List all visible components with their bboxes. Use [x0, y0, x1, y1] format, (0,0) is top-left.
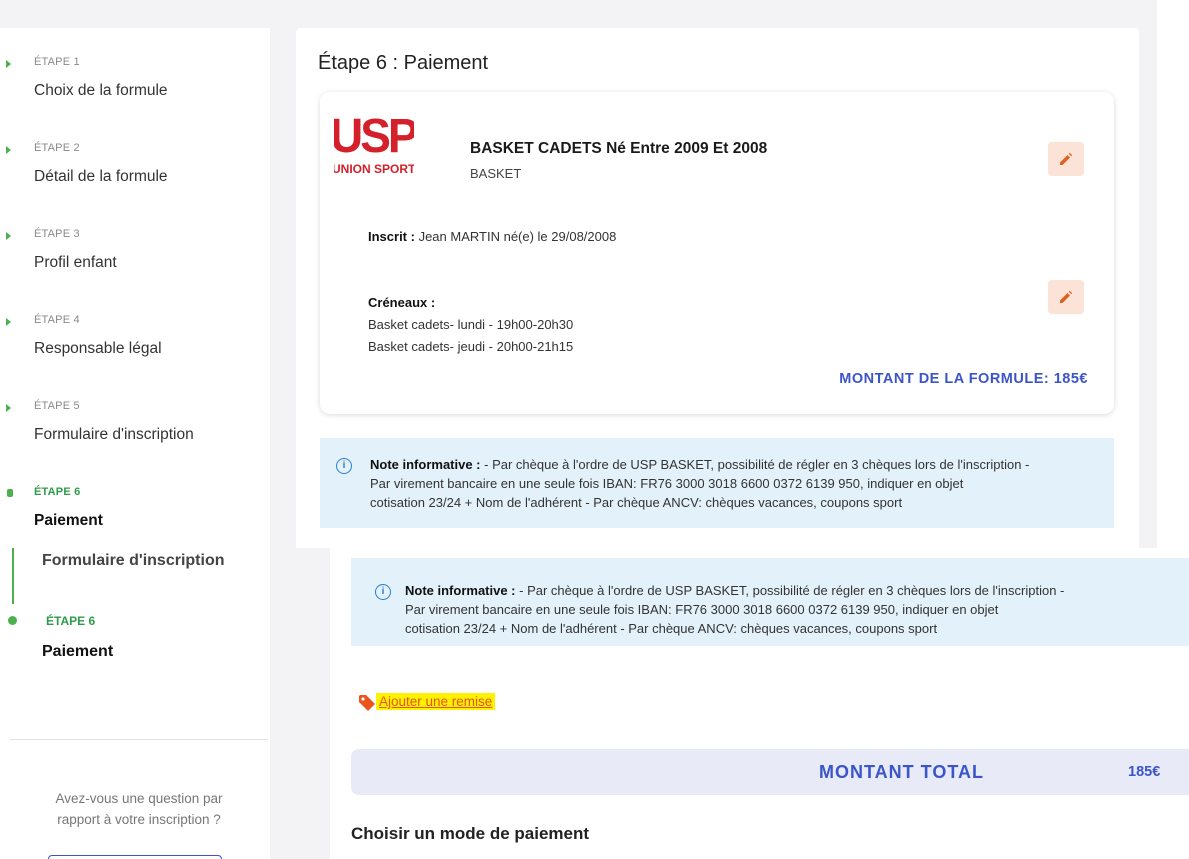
- step-label: ÉTAPE 5: [34, 400, 80, 412]
- step-title: Responsable légal: [34, 340, 162, 357]
- contact-button[interactable]: [48, 855, 222, 859]
- edit-creneaux-button[interactable]: [1048, 280, 1084, 314]
- info-note: i Note informative : - Par chèque à l'or…: [320, 438, 1114, 528]
- active-step-icon: [8, 616, 17, 625]
- logo-text: USPt: [334, 114, 414, 163]
- chevron-right-icon: [6, 318, 11, 326]
- step-title[interactable]: Formulaire d'inscription: [42, 552, 225, 570]
- main-panel-scrolled: i Note informative : - Par chèque à l'or…: [330, 548, 1189, 859]
- note-line-2: Par virement bancaire en une seule fois …: [405, 602, 999, 617]
- chevron-right-icon: [6, 404, 11, 412]
- step-label: ÉTAPE 6: [34, 486, 81, 498]
- steps-sidebar: ÉTAPE 1 Choix de la formule ÉTAPE 2 Déta…: [0, 28, 270, 548]
- formula-amount: MONTANT DE LA FORMULE: 185€: [839, 371, 1088, 387]
- steps-sidebar-scrolled: Formulaire d'inscription ÉTAPE 6 Paiemen…: [0, 548, 270, 859]
- total-bar: MONTANT TOTAL 185€: [351, 749, 1189, 795]
- inscrit-label: Inscrit :: [368, 229, 415, 244]
- note-line-1: - Par chèque à l'ordre de USP BASKET, po…: [480, 457, 1030, 472]
- club-logo: USPt UNION SPORTIVE: [334, 114, 414, 182]
- note-text: Note informative : - Par chèque à l'ordr…: [405, 581, 1064, 638]
- edit-formula-button[interactable]: [1048, 142, 1084, 176]
- step-title: Choix de la formule: [34, 82, 168, 99]
- main-panel: Étape 6 : Paiement USPt UNION SPORTIVE B…: [296, 28, 1139, 548]
- step-label: ÉTAPE 3: [34, 228, 80, 240]
- creneau-item: Basket cadets- jeudi - 20h00-21h15: [368, 339, 574, 354]
- pencil-icon: [1060, 152, 1073, 165]
- info-icon: i: [336, 458, 352, 474]
- step-title: Paiement: [34, 512, 103, 529]
- step-connector: [12, 548, 14, 604]
- note-label: Note informative :: [405, 583, 516, 598]
- top-screenshot: ÉTAPE 1 Choix de la formule ÉTAPE 2 Déta…: [0, 0, 1157, 548]
- note-line-3: cotisation 23/24 + Nom de l'adhérent - P…: [370, 495, 903, 510]
- bottom-screenshot: Formulaire d'inscription ÉTAPE 6 Paiemen…: [0, 548, 1189, 859]
- step-label: ÉTAPE 6: [46, 614, 96, 628]
- step-title: Formulaire d'inscription: [34, 426, 194, 443]
- payment-mode-heading: Choisir un mode de paiement: [351, 824, 590, 843]
- add-discount-link[interactable]: Ajouter une remise: [376, 693, 496, 710]
- note-line-3: cotisation 23/24 + Nom de l'adhérent - P…: [405, 621, 938, 636]
- total-label: MONTANT TOTAL: [819, 762, 984, 782]
- info-note: i Note informative : - Par chèque à l'or…: [351, 558, 1189, 646]
- step-label: ÉTAPE 1: [34, 56, 80, 68]
- tag-icon: [359, 695, 375, 711]
- note-line-1: - Par chèque à l'ordre de USP BASKET, po…: [515, 583, 1065, 598]
- creneaux-block: Créneaux : Basket cadets- lundi - 19h00-…: [368, 292, 573, 358]
- step-title[interactable]: Paiement: [42, 643, 113, 661]
- total-value: 185€: [1128, 764, 1161, 780]
- step-label: ÉTAPE 2: [34, 142, 80, 154]
- creneaux-label: Créneaux :: [368, 295, 436, 310]
- note-text: Note informative : - Par chèque à l'ordr…: [370, 455, 1029, 512]
- inscrit-line: Inscrit : Jean MARTIN né(e) le 29/08/200…: [368, 229, 616, 244]
- step-title: Profil enfant: [34, 254, 117, 271]
- page-title: Étape 6 : Paiement: [318, 52, 489, 74]
- inscrit-value: Jean MARTIN né(e) le 29/08/2008: [414, 229, 617, 244]
- info-icon: i: [375, 584, 391, 600]
- chevron-right-icon: [6, 232, 11, 240]
- pencil-icon: [1060, 290, 1073, 303]
- divider: [10, 739, 268, 740]
- step-title: Détail de la formule: [34, 168, 168, 185]
- formula-card: USPt UNION SPORTIVE BASKET CADETS Né Ent…: [320, 92, 1114, 414]
- formula-sport: BASKET: [470, 166, 522, 181]
- note-label: Note informative :: [370, 457, 481, 472]
- chevron-right-icon: [6, 146, 11, 154]
- formula-name: BASKET CADETS Né Entre 2009 Et 2008: [470, 140, 768, 157]
- creneau-item: Basket cadets- lundi - 19h00-20h30: [368, 317, 574, 332]
- note-line-2: Par virement bancaire en une seule fois …: [370, 476, 964, 491]
- help-question: Avez-vous une question par rapport à vot…: [55, 791, 223, 827]
- active-step-icon: [7, 489, 13, 497]
- step-label: ÉTAPE 4: [34, 314, 80, 326]
- chevron-right-icon: [6, 60, 11, 68]
- logo-subtext: UNION SPORTIVE: [334, 162, 414, 176]
